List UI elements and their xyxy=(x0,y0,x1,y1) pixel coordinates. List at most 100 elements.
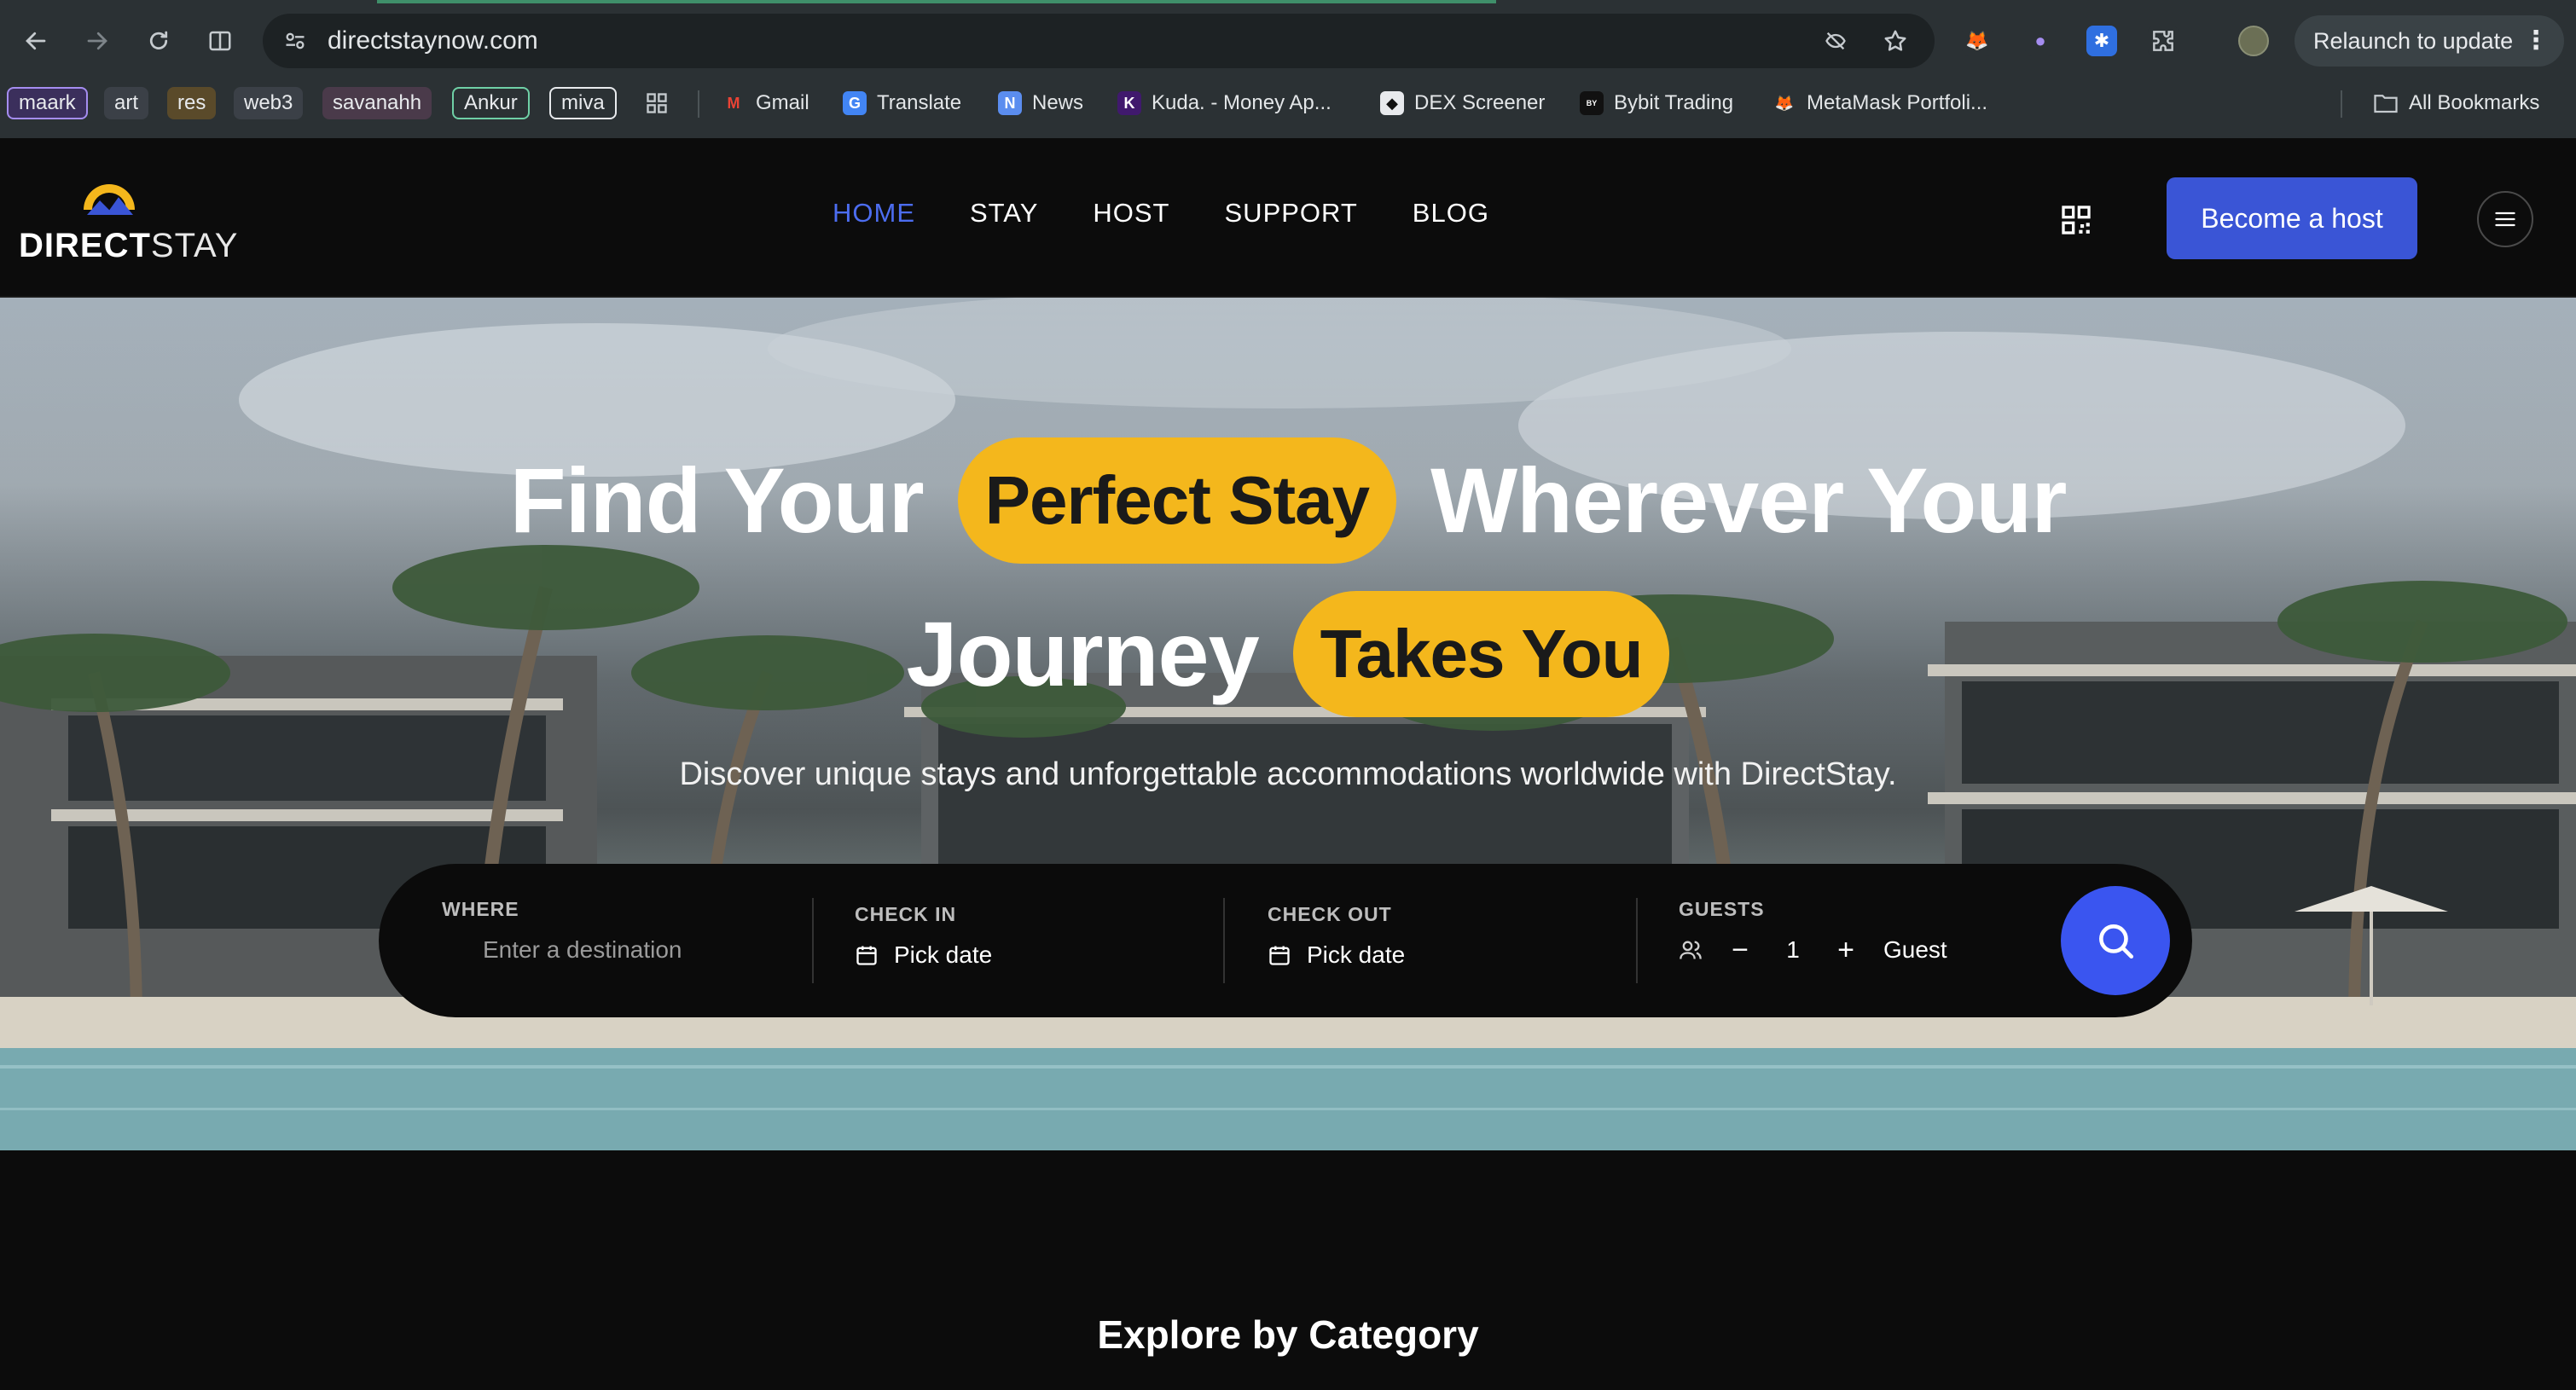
settings-extension-icon[interactable]: ✱ xyxy=(2086,26,2117,56)
extensions-puzzle-icon[interactable] xyxy=(2148,26,2179,56)
gmail-icon: M xyxy=(727,94,740,112)
hamburger-menu-button[interactable] xyxy=(2477,191,2533,247)
field-divider xyxy=(812,898,814,983)
search-bar: WHERE Enter a destination CHECK IN Pick … xyxy=(379,864,2192,1017)
reload-icon xyxy=(149,31,168,49)
calendar-icon xyxy=(856,946,877,965)
bookmark-group-web3[interactable]: web3 xyxy=(234,87,304,119)
nav-stay[interactable]: STAY xyxy=(970,198,1038,229)
dex-icon: ◆ xyxy=(1380,91,1404,115)
site-header: DIRECTSTAY HOME STAY HOST SUPPORT BLOG B… xyxy=(0,138,2576,298)
bookmark-group-ankur[interactable]: Ankur xyxy=(452,87,530,119)
split-view-button[interactable] xyxy=(200,20,241,61)
roof-logo-icon xyxy=(84,184,135,215)
hero-headline: Find Your Perfect Stay Wherever Your Jou… xyxy=(0,424,2576,731)
bookmark-metamask[interactable]: 🦊 MetaMask Portfoli... xyxy=(1772,87,1987,119)
guests-count: 1 xyxy=(1786,936,1800,963)
check-out-field[interactable]: CHECK OUT Pick date xyxy=(1268,903,1609,988)
apps-grid-icon[interactable] xyxy=(645,87,669,119)
bookmark-group-maark[interactable]: maark xyxy=(7,87,88,119)
nav-home[interactable]: HOME xyxy=(833,198,915,229)
nav-blog[interactable]: BLOG xyxy=(1413,198,1489,229)
address-row: directstaynow.com 🦊 ● ✱ Relaunch to upda… xyxy=(0,7,2576,75)
bookmark-group-savanahh[interactable]: savanahh xyxy=(322,87,432,119)
decrease-guests-button[interactable]: − xyxy=(1726,934,1754,966)
bookmark-bybit[interactable]: BY Bybit Trading xyxy=(1580,87,1733,119)
nav-host[interactable]: HOST xyxy=(1093,198,1169,229)
metamask-extension-icon[interactable]: 🦊 xyxy=(1962,26,1993,56)
qr-code-icon[interactable] xyxy=(2059,203,2093,237)
main-navigation: HOME STAY HOST SUPPORT BLOG xyxy=(833,198,1489,229)
check-in-label: CHECK IN xyxy=(855,903,957,925)
translate-icon: G xyxy=(843,91,867,115)
bookmark-group-res[interactable]: res xyxy=(167,87,217,119)
where-label: WHERE xyxy=(442,898,519,920)
all-bookmarks-folder[interactable]: All Bookmarks xyxy=(2373,87,2539,119)
bookmark-group-art[interactable]: art xyxy=(104,87,149,119)
hero-section: Find Your Perfect Stay Wherever Your Jou… xyxy=(0,298,2576,1150)
hero-text-wherever-your: Wherever Your xyxy=(1430,449,2067,552)
page-load-progress xyxy=(377,0,1496,3)
guests-field: GUESTS − 1 + Guest xyxy=(1679,898,2037,983)
field-divider xyxy=(1223,898,1225,983)
nav-support[interactable]: SUPPORT xyxy=(1225,198,1358,229)
metamask-icon: 🦊 xyxy=(1774,94,1795,112)
search-button[interactable] xyxy=(2061,886,2170,995)
bookmarks-bar: maark art res web3 savanahh Ankur miva M… xyxy=(0,82,2576,126)
directstay-logo[interactable]: DIRECTSTAY xyxy=(19,176,237,269)
check-in-picker[interactable]: Pick date xyxy=(855,941,1196,969)
hero-headline-line-1: Find Your Perfect Stay Wherever Your xyxy=(0,424,2576,577)
guests-unit: Guest xyxy=(1883,936,1947,963)
browser-chrome: directstaynow.com 🦊 ● ✱ Relaunch to upda… xyxy=(0,0,2576,138)
news-icon: N xyxy=(998,91,1022,115)
field-divider xyxy=(1636,898,1638,983)
ghost-extension-icon[interactable]: ● xyxy=(2025,26,2056,56)
forward-button[interactable] xyxy=(77,20,118,61)
hero-text-journey: Journey xyxy=(906,602,1260,705)
kuda-icon: K xyxy=(1117,91,1141,115)
hero-text-find-your: Find Your xyxy=(509,449,925,552)
hamburger-icon xyxy=(2495,211,2515,227)
bookmark-kuda[interactable]: K Kuda. - Money Ap... xyxy=(1117,87,1332,119)
increase-guests-button[interactable]: + xyxy=(1832,934,1859,966)
guests-label: GUESTS xyxy=(1679,898,1765,920)
check-out-label: CHECK OUT xyxy=(1268,903,1392,925)
arrow-left-icon xyxy=(26,32,46,50)
bookmark-star-icon[interactable] xyxy=(1880,26,1911,56)
bookmark-separator xyxy=(698,90,699,118)
back-button[interactable] xyxy=(15,20,56,61)
bookmark-gmail[interactable]: M Gmail xyxy=(722,87,809,119)
hero-highlight-takes-you: Takes You xyxy=(1292,591,1670,717)
arrow-right-icon xyxy=(87,32,107,50)
check-in-field[interactable]: CHECK IN Pick date xyxy=(855,903,1196,988)
hero-highlight-perfect-stay: Perfect Stay xyxy=(957,437,1397,564)
bookmark-translate[interactable]: G Translate xyxy=(843,87,961,119)
logo-wordmark: DIRECTSTAY xyxy=(19,227,239,264)
destination-input[interactable]: Enter a destination xyxy=(442,936,783,964)
bybit-icon: BY xyxy=(1580,91,1604,115)
hero-subtitle: Discover unique stays and unforgettable … xyxy=(679,756,1897,792)
url-text[interactable]: directstaynow.com xyxy=(328,26,538,55)
profile-avatar[interactable] xyxy=(2238,26,2269,56)
eye-off-icon[interactable] xyxy=(1820,26,1851,56)
users-icon xyxy=(1680,941,1702,959)
reload-button[interactable] xyxy=(138,20,179,61)
bookmark-news[interactable]: N News xyxy=(998,87,1083,119)
relaunch-button[interactable]: Relaunch to update ⋮ xyxy=(2295,15,2564,67)
more-vertical-icon: ⋮ xyxy=(2523,26,2549,55)
where-field[interactable]: WHERE Enter a destination xyxy=(442,898,783,983)
search-icon xyxy=(2099,924,2134,959)
folder-icon xyxy=(2374,95,2398,113)
bookmark-dex-screener[interactable]: ◆ DEX Screener xyxy=(1380,87,1545,119)
address-bar[interactable]: directstaynow.com xyxy=(263,14,1935,68)
hero-headline-line-2: Journey Takes You xyxy=(0,577,2576,731)
split-view-icon xyxy=(209,31,231,51)
check-out-picker[interactable]: Pick date xyxy=(1268,941,1609,969)
calendar-icon xyxy=(1269,946,1290,965)
become-a-host-button[interactable]: Become a host xyxy=(2167,177,2417,259)
guests-stepper: − 1 + Guest xyxy=(1679,934,2037,966)
explore-by-category-heading: Explore by Category xyxy=(1097,1312,1479,1357)
bookmark-group-miva[interactable]: miva xyxy=(549,87,617,119)
site-info-icon[interactable] xyxy=(280,26,310,56)
bookmark-separator xyxy=(2341,90,2342,118)
